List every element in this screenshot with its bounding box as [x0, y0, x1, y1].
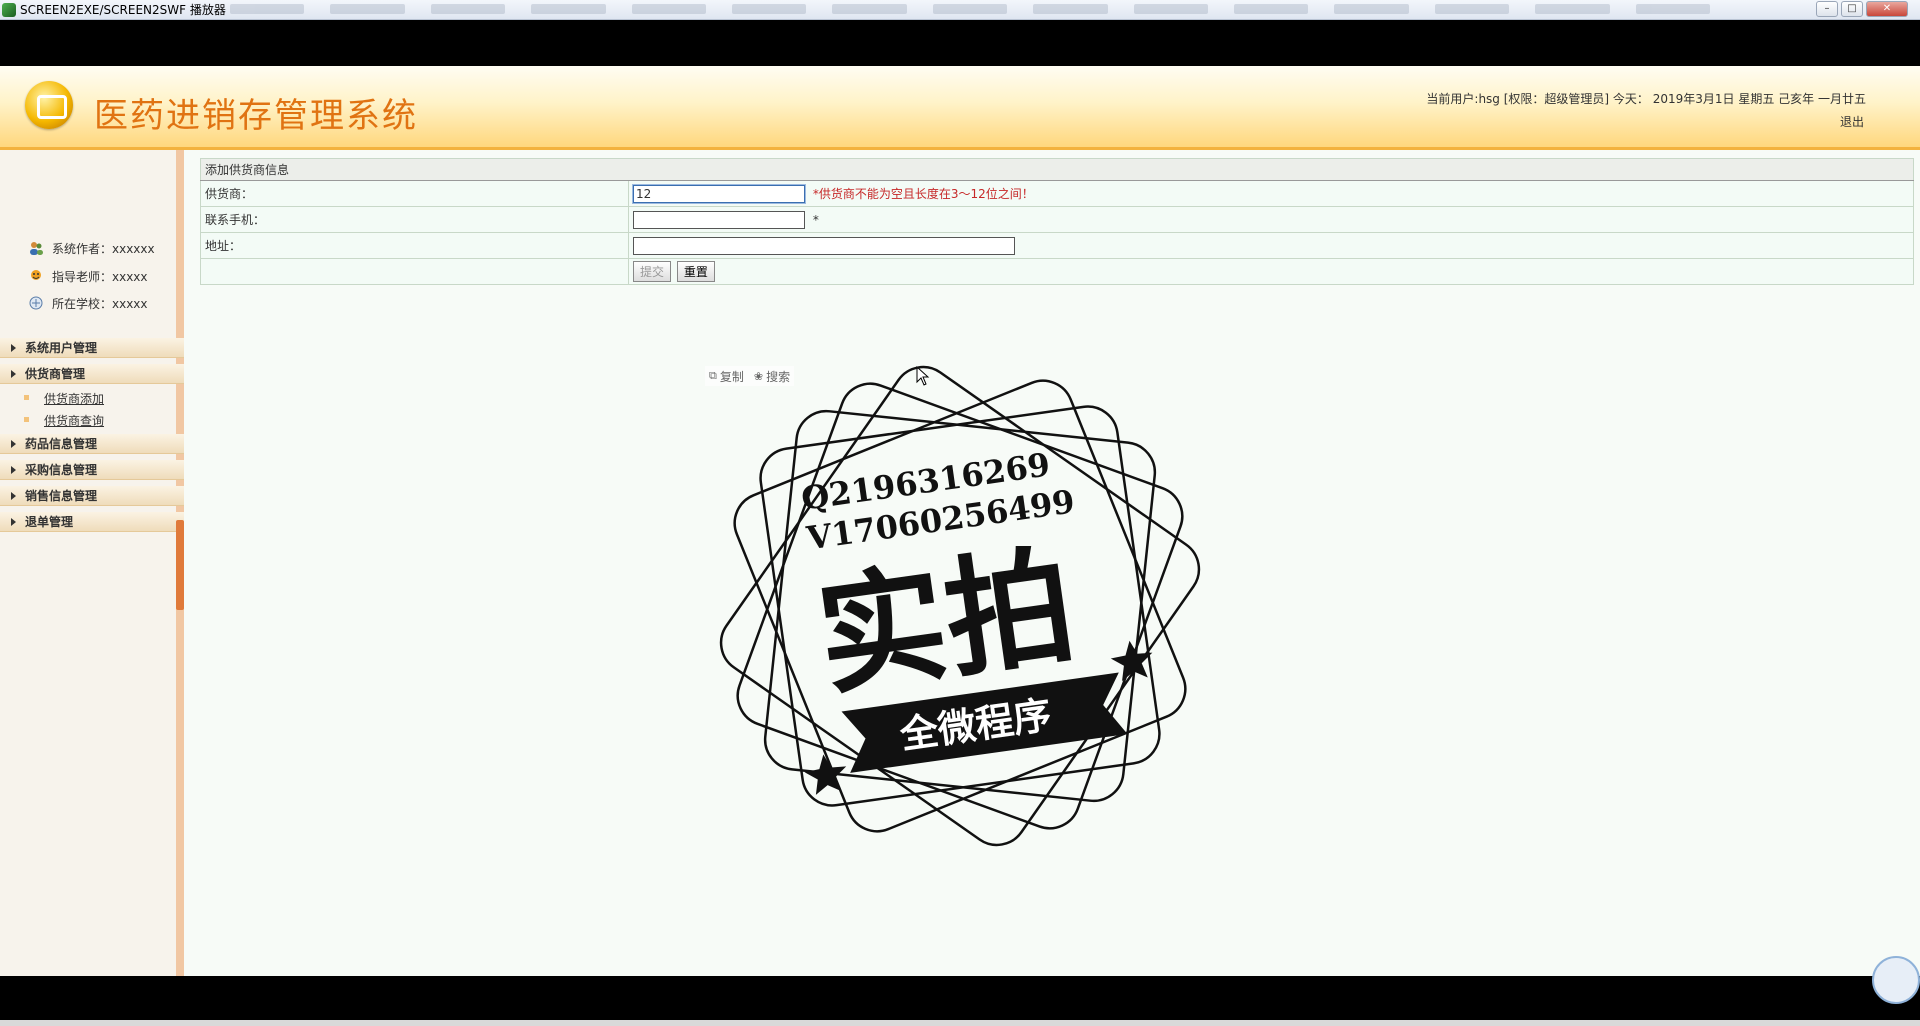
player-bottom-bar	[0, 976, 1920, 1026]
sidebar-splitter[interactable]	[176, 520, 184, 610]
player-title: SCREEN2EXE/SCREEN2SWF 播放器	[20, 3, 226, 17]
minimize-button[interactable]: –	[1816, 1, 1838, 17]
close-button[interactable]: ✕	[1866, 1, 1908, 17]
teacher-info: 指导老师：xxxxx	[28, 266, 148, 286]
button-cell: 提交 重置	[628, 258, 1914, 285]
supplier-field-cell: *供货商不能为空且长度在3～12位之间！	[628, 180, 1914, 207]
school-icon	[28, 295, 44, 311]
phone-row: 联系手机： *	[200, 206, 1914, 233]
menu-supplier-management[interactable]: 供货商管理	[0, 364, 184, 384]
player-status-strip	[0, 1020, 1920, 1026]
menu-sales-info[interactable]: 销售信息管理	[0, 486, 184, 506]
users-icon	[28, 240, 44, 256]
phone-label: 联系手机：	[200, 206, 629, 233]
supplier-label: 供货商：	[200, 180, 629, 207]
address-input[interactable]	[633, 236, 1015, 255]
supplier-form: 添加供货商信息 供货商： *供货商不能为空且长度在3～12位之间！ 联系手机： …	[200, 158, 1914, 285]
form-caption: 添加供货商信息	[200, 158, 1914, 181]
address-label: 地址：	[200, 232, 629, 259]
teacher-label: 指导老师：xxxxx	[52, 269, 148, 284]
sidebar: 系统作者：xxxxxx 指导老师：xxxxx 所在学校：xxxxx 系统用户管理…	[0, 150, 184, 976]
logo-icon	[25, 81, 73, 129]
address-field-cell	[628, 232, 1914, 259]
button-row: 提交 重置	[200, 258, 1914, 285]
phone-field-cell: *	[628, 206, 1914, 233]
school-label: 所在学校：xxxxx	[52, 296, 148, 311]
phone-required-mark: *	[812, 212, 819, 227]
app-icon	[2, 3, 16, 17]
app-window: 医药进销存管理系统 当前用户:hsg [权限：超级管理员] 今天： 2019年3…	[0, 66, 1920, 976]
reset-button[interactable]: 重置	[676, 261, 715, 282]
school-info: 所在学校：xxxxx	[28, 293, 148, 313]
copy-icon: ⧉	[709, 369, 717, 382]
background-taskbar	[230, 4, 1711, 16]
main-content: 添加供货商信息 供货商： *供货商不能为空且长度在3～12位之间！ 联系手机： …	[200, 158, 1914, 386]
supplier-row: 供货商： *供货商不能为空且长度在3～12位之间！	[200, 180, 1914, 207]
menu-supplier-query[interactable]: 供货商查询	[23, 412, 104, 429]
menu-drug-info[interactable]: 药品信息管理	[0, 434, 184, 454]
assistant-float-icon[interactable]	[1872, 956, 1920, 1004]
form-caption-row: 添加供货商信息	[200, 158, 1914, 181]
submit-button[interactable]: 提交	[633, 261, 672, 282]
phone-input[interactable]	[633, 210, 805, 229]
author-label: 系统作者：xxxxxx	[52, 241, 155, 256]
system-title: 医药进销存管理系统	[94, 96, 418, 136]
menu-supplier-add[interactable]: 供货商添加	[23, 390, 104, 407]
author-info: 系统作者：xxxxxx	[28, 238, 155, 258]
supplier-error: *供货商不能为空且长度在3～12位之间！	[812, 186, 1034, 201]
player-titlebar: SCREEN2EXE/SCREEN2SWF 播放器 – □ ✕	[0, 0, 1920, 20]
watermark-stamp: Q2196316269 V17060256499 实拍 全微程序	[719, 365, 1201, 847]
current-user-info: 当前用户:hsg [权限：超级管理员] 今天： 2019年3月1日 星期五 己亥…	[1426, 92, 1866, 106]
menu-system-users[interactable]: 系统用户管理	[0, 338, 184, 358]
button-row-spacer	[200, 258, 629, 285]
supplier-input[interactable]	[633, 184, 805, 203]
app-header: 医药进销存管理系统 当前用户:hsg [权限：超级管理员] 今天： 2019年3…	[0, 66, 1920, 150]
maximize-button[interactable]: □	[1841, 1, 1863, 17]
menu-refund-management[interactable]: 退单管理	[0, 512, 184, 532]
address-row: 地址：	[200, 232, 1914, 259]
teacher-icon	[28, 268, 44, 284]
logout-link[interactable]: 退出	[1840, 113, 1864, 130]
menu-purchase-info[interactable]: 采购信息管理	[0, 460, 184, 480]
